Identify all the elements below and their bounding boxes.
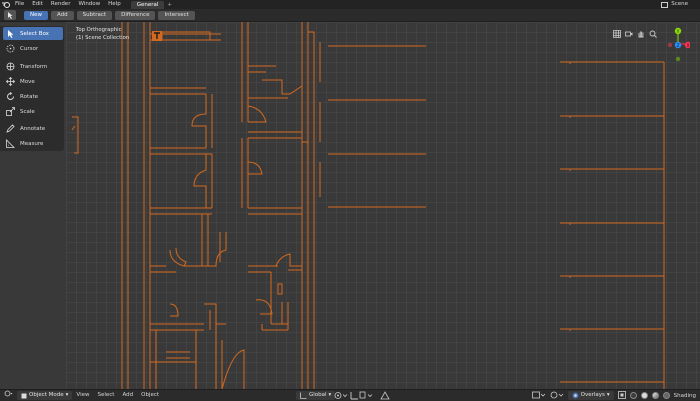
menu-window[interactable]: Window <box>74 0 104 9</box>
tool-label: Scale <box>20 108 35 115</box>
gizmo-neg-y-icon[interactable] <box>675 56 681 62</box>
tool-transform[interactable]: Transform <box>3 60 63 73</box>
gizmo-y-label: Y <box>676 29 680 35</box>
floor-plan-drawing <box>71 22 665 389</box>
view-name: Top Orthographic <box>76 27 122 33</box>
annotate-icon <box>6 124 15 133</box>
pivot-point-icon[interactable] <box>334 391 348 401</box>
mode-intersect-button[interactable]: Intersect <box>158 10 195 20</box>
tool-label: Measure <box>20 140 44 147</box>
object-mode-label: Object Mode <box>29 392 64 398</box>
gizmo-toggle-icon[interactable] <box>550 391 564 401</box>
tool-label: Move <box>20 78 35 85</box>
gizmo-x-label: X <box>686 43 689 49</box>
tool-label: Rotate <box>20 93 39 100</box>
transform-orientation-dropdown[interactable]: Global ▾ <box>296 391 336 400</box>
tool-label: Transform <box>20 63 48 70</box>
tool-rotate[interactable]: Rotate <box>3 90 63 103</box>
chevron-down-icon: ▾ <box>606 392 610 398</box>
mode-add-button[interactable]: Add <box>51 10 74 20</box>
viewport-nav-icons <box>612 29 657 38</box>
mode-new-button[interactable]: New <box>24 10 48 20</box>
orientation-label: Global <box>309 392 327 398</box>
viewport-footer-header: Object Mode ▾ View Select Add Object Glo… <box>0 389 700 401</box>
overlays-icon <box>572 392 579 399</box>
select-box-icon <box>6 29 15 38</box>
blender-logo-icon[interactable] <box>0 0 11 9</box>
gizmo-z-label: Z <box>676 43 679 49</box>
tool-move[interactable]: Move <box>3 75 63 88</box>
scale-icon <box>6 107 15 116</box>
proportional-edit-icon[interactable] <box>380 391 392 401</box>
workspace-tab-general[interactable]: General <box>130 1 165 9</box>
scene-icon <box>661 1 669 8</box>
tool-shelf: Select Box Cursor Transform Move Rotate … <box>0 26 64 151</box>
tool-label: Select Box <box>20 30 49 37</box>
chevron-down-icon: ▾ <box>328 392 332 398</box>
overlays-label: Overlays <box>580 392 605 398</box>
navigation-gizmo[interactable]: Y X Z <box>666 24 690 64</box>
menu-edit[interactable]: Edit <box>28 0 47 9</box>
move-icon <box>6 77 15 86</box>
menu-file[interactable]: File <box>11 0 28 9</box>
menu-select[interactable]: Select <box>93 390 118 401</box>
tool-select-box[interactable]: Select Box <box>3 27 63 40</box>
visibility-icon[interactable] <box>531 391 546 401</box>
select-tool-icon[interactable] <box>4 10 16 20</box>
tool-header: New Add Subtract Difference Intersect <box>0 9 700 22</box>
editor-type-icon[interactable] <box>0 390 17 401</box>
collection-name: (1) Scene Collection <box>76 35 130 41</box>
pan-hand-icon[interactable] <box>636 29 645 38</box>
tool-cursor[interactable]: Cursor <box>3 42 63 55</box>
scene-label: Scene <box>671 1 688 7</box>
menu-view[interactable]: View <box>72 390 93 401</box>
transform-icon <box>6 62 15 71</box>
scene-selector[interactable]: Scene <box>661 0 688 9</box>
cursor-icon <box>6 44 15 53</box>
xray-toggle-icon[interactable] <box>617 390 626 401</box>
menu-help[interactable]: Help <box>104 0 125 9</box>
viewport-info: Top Orthographic (1) Scene Collection <box>76 26 129 42</box>
menu-object[interactable]: Object <box>137 390 163 401</box>
gizmo-neg-x-icon[interactable] <box>667 42 673 48</box>
3d-viewport[interactable]: Y X Z <box>66 22 700 389</box>
chevron-down-icon: ▾ <box>65 392 69 398</box>
shading-rendered-icon[interactable] <box>662 392 670 399</box>
shading-wireframe-icon[interactable] <box>629 392 637 399</box>
tool-scale[interactable]: Scale <box>3 105 63 118</box>
menu-render[interactable]: Render <box>47 0 75 9</box>
tool-annotate[interactable]: Annotate <box>3 122 63 135</box>
shading-solid-icon[interactable] <box>640 392 648 399</box>
tool-label: Annotate <box>20 125 46 132</box>
shading-material-icon[interactable] <box>651 392 659 399</box>
tool-measure[interactable]: Measure <box>3 137 63 150</box>
grid-view-icon[interactable] <box>612 29 621 38</box>
top-menu-bar: File Edit Render Window Help General + S… <box>0 0 700 9</box>
overlays-dropdown[interactable]: Overlays ▾ <box>567 391 614 400</box>
camera-view-icon[interactable] <box>624 29 633 38</box>
zoom-icon[interactable] <box>648 29 657 38</box>
object-mode-icon <box>21 393 27 398</box>
footer-right-group: Overlays ▾ Shading <box>531 390 696 401</box>
add-workspace-button[interactable]: + <box>164 2 175 8</box>
rotate-icon <box>6 92 15 101</box>
orientation-icon <box>300 392 307 399</box>
snap-icon[interactable] <box>350 391 374 401</box>
object-mode-dropdown[interactable]: Object Mode ▾ <box>17 391 73 400</box>
measure-icon <box>6 139 15 148</box>
shading-options-label[interactable]: Shading <box>674 393 696 399</box>
tool-label: Cursor <box>20 45 39 52</box>
mode-subtract-button[interactable]: Subtract <box>76 10 113 20</box>
mode-difference-button[interactable]: Difference <box>115 10 156 20</box>
menu-add[interactable]: Add <box>118 390 137 401</box>
